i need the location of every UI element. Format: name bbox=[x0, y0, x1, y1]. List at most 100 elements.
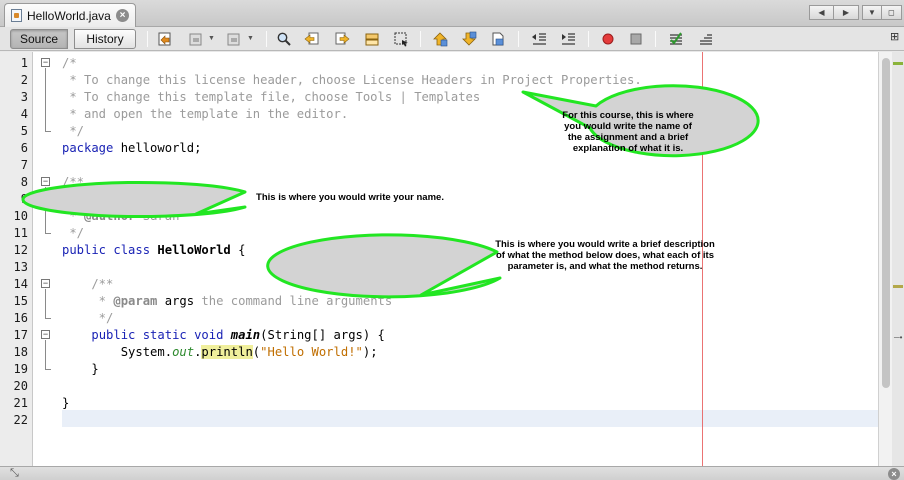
back-dropdown-icon[interactable]: ▼ bbox=[208, 35, 215, 42]
toggle-bookmark-icon[interactable] bbox=[489, 30, 507, 48]
line-number: 22 bbox=[13, 413, 28, 427]
fold-guide-end bbox=[45, 233, 51, 234]
toolbar-separator bbox=[420, 31, 421, 47]
start-macro-recording-icon[interactable] bbox=[599, 30, 617, 48]
scroll-tabs-right-button[interactable]: ▶ bbox=[834, 5, 859, 20]
close-panel-icon[interactable]: × bbox=[888, 468, 900, 480]
fold-toggle-icon[interactable]: − bbox=[41, 58, 50, 67]
code-line-18: System.out.println("Hello World!"); bbox=[62, 345, 378, 359]
show-opened-documents-button[interactable]: ▼ bbox=[862, 5, 882, 20]
line-number: 4 bbox=[20, 107, 28, 121]
bottom-panel-bar: ⤡ × bbox=[0, 466, 904, 480]
code-line-15: * @param args the command line arguments bbox=[62, 294, 393, 308]
toolbar-separator bbox=[147, 31, 148, 47]
code-folding-column bbox=[33, 52, 55, 466]
scroll-tabs-left-button[interactable]: ◀ bbox=[809, 5, 834, 20]
fold-guide bbox=[45, 68, 46, 131]
line-number: 7 bbox=[20, 158, 28, 172]
line-number: 11 bbox=[13, 226, 28, 240]
back-icon[interactable] bbox=[187, 30, 205, 48]
code-line-8: /** bbox=[62, 175, 85, 189]
line-number: 18 bbox=[13, 345, 28, 359]
java-file-icon bbox=[11, 9, 22, 22]
history-button[interactable]: History bbox=[74, 29, 136, 49]
caret-position-mark: ─• bbox=[894, 333, 903, 342]
toolbar-separator bbox=[655, 31, 656, 47]
next-bookmark-icon[interactable] bbox=[460, 30, 478, 48]
find-previous-icon[interactable] bbox=[303, 30, 321, 48]
fold-toggle-icon[interactable]: − bbox=[41, 177, 50, 186]
line-number: 6 bbox=[20, 141, 28, 155]
tab-close-icon[interactable]: × bbox=[116, 9, 129, 22]
error-stripe[interactable]: ─• bbox=[892, 52, 904, 466]
line-number: 5 bbox=[20, 124, 28, 138]
tab-helloworld-java[interactable]: HelloWorld.java × bbox=[4, 3, 136, 27]
find-next-icon[interactable] bbox=[333, 30, 351, 48]
toolbar-separator bbox=[588, 31, 589, 47]
line-number: 14 bbox=[13, 277, 28, 291]
resize-handle-icon[interactable]: ⤡ bbox=[10, 467, 19, 480]
fold-guide-end bbox=[45, 369, 51, 370]
shift-line-left-icon[interactable] bbox=[530, 30, 548, 48]
line-number-gutter: 1 2 3 4 5 6 7 8 9 10 11 12 13 14 15 16 1… bbox=[0, 52, 33, 466]
current-line-highlight bbox=[62, 410, 878, 427]
toolbar-separator bbox=[266, 31, 267, 47]
fold-guide-end bbox=[45, 131, 51, 132]
check-file-icon[interactable] bbox=[667, 30, 685, 48]
stop-macro-recording-icon[interactable] bbox=[627, 30, 645, 48]
line-number: 17 bbox=[13, 328, 28, 342]
split-editor-icon[interactable]: ⊞ bbox=[890, 30, 899, 43]
code-line-6: package helloworld; bbox=[62, 141, 202, 155]
editor-tab-bar: HelloWorld.java × ◀ ▶ ▼ ◻ bbox=[0, 0, 904, 27]
forward-dropdown-icon[interactable]: ▼ bbox=[247, 35, 254, 42]
shift-line-right-icon[interactable] bbox=[559, 30, 577, 48]
toolbar-separator bbox=[518, 31, 519, 47]
line-number: 21 bbox=[13, 396, 28, 410]
code-editor[interactable]: /* * To change this license header, choo… bbox=[55, 52, 878, 466]
line-number: 9 bbox=[20, 192, 28, 206]
line-number: 8 bbox=[20, 175, 28, 189]
fold-guide bbox=[45, 340, 46, 369]
code-line-11: */ bbox=[62, 226, 85, 240]
line-number: 12 bbox=[13, 243, 28, 257]
line-number: 15 bbox=[13, 294, 28, 308]
code-line-16: */ bbox=[62, 311, 114, 325]
fold-guide-end bbox=[45, 318, 51, 319]
code-line-17: public static void main(String[] args) { bbox=[91, 328, 385, 342]
find-selection-icon[interactable] bbox=[275, 30, 293, 48]
scrollbar-thumb[interactable] bbox=[882, 58, 890, 388]
tab-navigation: ◀ ▶ bbox=[809, 5, 859, 20]
code-line-14: /** bbox=[62, 277, 114, 291]
line-number: 13 bbox=[13, 260, 28, 274]
code-line-1: /* bbox=[62, 56, 77, 70]
fold-guide bbox=[45, 289, 46, 318]
last-edit-icon[interactable] bbox=[156, 30, 174, 48]
previous-bookmark-icon[interactable] bbox=[431, 30, 449, 48]
code-line-9: * bbox=[62, 192, 77, 206]
editor-toolbar: Source History ▼ ▼ ⊞ bbox=[0, 27, 904, 51]
fold-toggle-icon[interactable]: − bbox=[41, 279, 50, 288]
code-line-2: * To change this license header, choose … bbox=[62, 73, 642, 87]
fold-toggle-icon[interactable]: − bbox=[41, 330, 50, 339]
tab-window-controls: ▼ ◻ bbox=[862, 5, 902, 20]
validate-xml-icon[interactable] bbox=[697, 30, 715, 48]
line-number: 16 bbox=[13, 311, 28, 325]
code-line-3: * To change this template file, choose T… bbox=[62, 90, 481, 104]
code-line-10: * @author Sarah bbox=[62, 209, 180, 223]
code-line-5: */ bbox=[62, 124, 85, 138]
maximize-window-button[interactable]: ◻ bbox=[882, 5, 902, 20]
code-line-4: * and open the template in the editor. bbox=[62, 107, 349, 121]
line-number: 10 bbox=[13, 209, 28, 223]
right-margin-guide bbox=[702, 52, 703, 466]
stripe-mark[interactable] bbox=[893, 285, 903, 288]
vertical-scrollbar[interactable] bbox=[878, 52, 892, 466]
line-number: 19 bbox=[13, 362, 28, 376]
source-button[interactable]: Source bbox=[10, 29, 68, 49]
line-number: 20 bbox=[13, 379, 28, 393]
toggle-rectangular-selection-icon[interactable] bbox=[392, 30, 410, 48]
forward-icon[interactable] bbox=[225, 30, 243, 48]
toggle-highlight-search-icon[interactable] bbox=[363, 30, 381, 48]
line-number: 2 bbox=[20, 73, 28, 87]
line-number: 1 bbox=[20, 56, 28, 70]
stripe-mark[interactable] bbox=[893, 62, 903, 65]
